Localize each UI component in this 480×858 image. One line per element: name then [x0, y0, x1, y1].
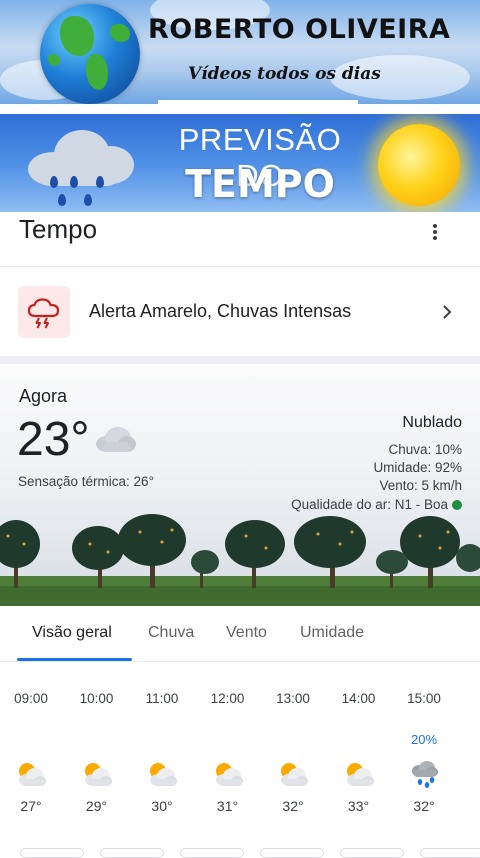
- hourly-item[interactable]: 14:00 33°: [327, 662, 391, 854]
- hour-temperature: 32°: [413, 798, 435, 814]
- hour-time: 13:00: [276, 691, 310, 706]
- air-quality: Qualidade do ar: N1 - Boa: [291, 497, 462, 512]
- weather-alert[interactable]: Alerta Amarelo, Chuvas Intensas: [0, 268, 480, 356]
- day-chip[interactable]: [340, 848, 404, 858]
- hour-time: 10:00: [79, 691, 114, 706]
- hour-time: 12:00: [210, 691, 245, 706]
- rain-cloud-icon: [408, 759, 440, 789]
- day-chip[interactable]: [180, 848, 244, 858]
- rain-chance: Chuva: 10%: [388, 442, 462, 457]
- hourly-item[interactable]: 13:00 32°: [261, 662, 325, 854]
- tab-bar: Visão geral Chuva Vento Umidade: [0, 606, 480, 662]
- hour-temperature: 30°: [151, 798, 173, 814]
- air-quality-dot-icon: [452, 500, 462, 510]
- banner-underline: [158, 100, 358, 104]
- air-quality-label: Qualidade do ar: N1 - Boa: [291, 497, 448, 512]
- hourly-item[interactable]: 10:00 29°: [65, 662, 129, 854]
- rain-cloud-icon: [28, 130, 134, 186]
- hour-temperature: 31°: [216, 798, 239, 814]
- forecast-banner: PREVISÃO DO TEMPO: [0, 114, 480, 212]
- section-divider: [0, 356, 480, 364]
- precipitation-chance: 20%: [410, 732, 438, 747]
- forecast-banner-line2: TEMPO: [185, 162, 335, 206]
- channel-subtitle: Vídeos todos os dias: [188, 64, 381, 84]
- tab-wind[interactable]: Vento: [226, 624, 267, 642]
- hour-temperature: 32°: [282, 798, 304, 814]
- feels-like: Sensação térmica: 26°: [18, 474, 154, 489]
- hour-time: 14:00: [341, 691, 376, 706]
- cloudy-icon: [93, 424, 137, 454]
- trees-landscape-illustration: [0, 514, 480, 606]
- page-title: Tempo: [19, 214, 98, 244]
- current-temperature: 23°: [17, 413, 90, 466]
- more-vert-icon[interactable]: [428, 222, 442, 242]
- hour-time: 11:00: [145, 691, 179, 706]
- condition-label: Nublado: [402, 414, 462, 431]
- hour-time: 15:00: [407, 691, 441, 706]
- divider: [0, 266, 480, 267]
- channel-banner: ROBERTO OLIVEIRA Vídeos todos os dias: [0, 0, 480, 104]
- partly-cloudy-icon: [146, 759, 178, 789]
- hourly-item[interactable]: 09:00 27°: [0, 662, 63, 854]
- day-chip[interactable]: [260, 848, 324, 858]
- thunderstorm-icon: [18, 286, 70, 338]
- globe-logo-icon: [40, 4, 140, 104]
- chevron-right-icon: [440, 304, 454, 320]
- tab-rain[interactable]: Chuva: [148, 624, 194, 642]
- day-chip[interactable]: [100, 848, 164, 858]
- partly-cloudy-icon: [212, 759, 244, 789]
- hourly-item[interactable]: 11:00 30°: [130, 662, 194, 854]
- tab-humidity[interactable]: Umidade: [300, 624, 364, 642]
- hour-temperature: 33°: [347, 798, 370, 814]
- humidity: Umidade: 92%: [373, 460, 462, 475]
- partly-cloudy-icon: [277, 759, 309, 789]
- hour-temperature: 27°: [20, 798, 42, 814]
- wind: Vento: 5 km/h: [379, 478, 462, 493]
- partly-cloudy-icon: [343, 759, 375, 789]
- partly-cloudy-icon: [81, 759, 113, 789]
- sun-icon: [378, 124, 460, 206]
- banner-gap: [0, 104, 480, 114]
- hourly-item[interactable]: 12:00 31°: [196, 662, 260, 854]
- alert-text: Alerta Amarelo, Chuvas Intensas: [89, 301, 352, 321]
- hour-temperature: 29°: [85, 798, 108, 814]
- tab-overview[interactable]: Visão geral: [32, 624, 112, 642]
- day-chip[interactable]: [420, 848, 480, 858]
- current-conditions-card: Agora 23° Sensação térmica: 26° Nublado …: [0, 364, 480, 606]
- partly-cloudy-icon: [15, 759, 47, 789]
- hourly-item[interactable]: 15:00 20% 32°: [392, 662, 456, 854]
- now-label: Agora: [19, 386, 68, 406]
- channel-title: ROBERTO OLIVEIRA: [148, 14, 451, 45]
- hour-time: 09:00: [14, 691, 48, 706]
- active-tab-indicator: [17, 658, 132, 661]
- day-chip[interactable]: [20, 848, 84, 858]
